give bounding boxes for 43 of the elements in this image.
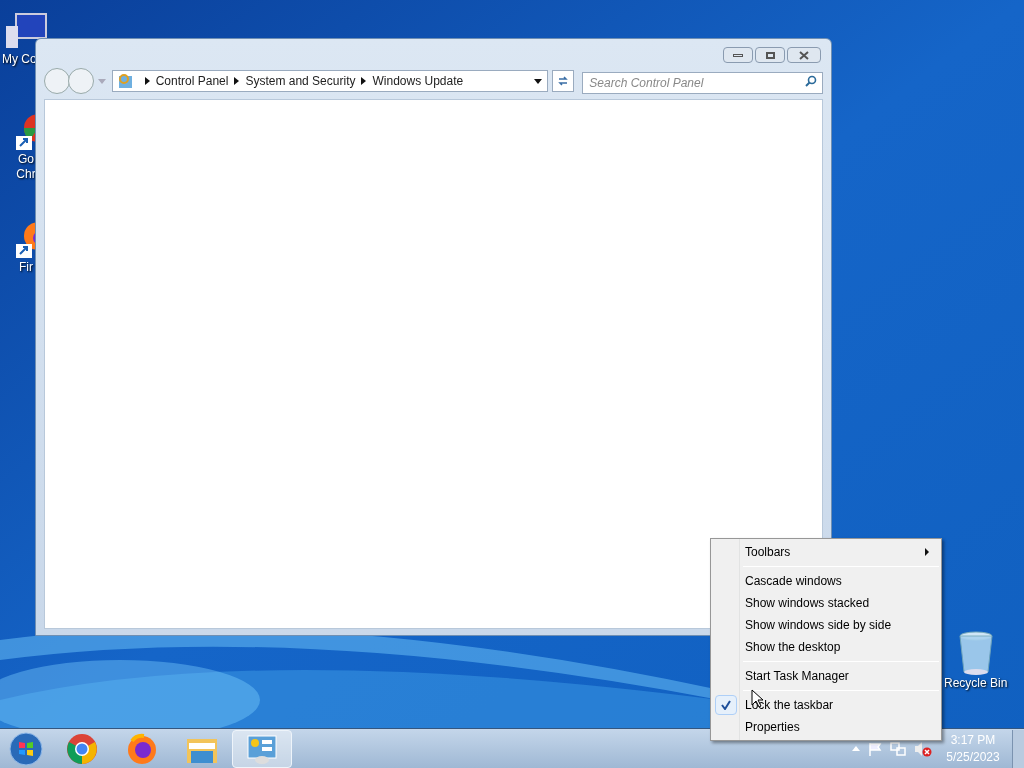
- menu-item[interactable]: Cascade windows: [713, 570, 939, 592]
- windows-logo-icon: [9, 731, 43, 766]
- search-icon: [805, 75, 817, 87]
- restore-button[interactable]: [755, 47, 785, 63]
- control-panel-icon: [245, 732, 279, 765]
- chevron-icon[interactable]: [361, 77, 367, 85]
- forward-button[interactable]: [67, 68, 94, 94]
- chevron-icon[interactable]: [144, 77, 150, 85]
- close-icon: [799, 50, 809, 60]
- show-desktop-button[interactable]: [1012, 729, 1024, 768]
- chrome-icon: [66, 732, 98, 765]
- dropdown-icon[interactable]: [534, 78, 543, 84]
- menu-item[interactable]: Properties: [713, 716, 939, 738]
- icon-label[interactable]: Go: [18, 152, 34, 167]
- dropdown-icon: [97, 78, 106, 84]
- search-field[interactable]: Search Control Panel: [582, 72, 823, 94]
- refresh-button[interactable]: [552, 70, 575, 92]
- menu-item[interactable]: Toolbars: [713, 541, 939, 563]
- control-panel-taskbar-button[interactable]: [232, 729, 292, 768]
- icon-label[interactable]: Chr: [16, 167, 36, 182]
- menu-item[interactable]: Show windows stacked: [713, 592, 939, 614]
- flag-icon[interactable]: [868, 741, 882, 756]
- back-button[interactable]: [44, 68, 70, 94]
- firefox-icon: [126, 732, 158, 765]
- icon-label[interactable]: Fir: [19, 260, 33, 275]
- chevron-icon[interactable]: [234, 77, 240, 85]
- breadcrumb-item[interactable]: Control Panel: [155, 72, 229, 90]
- breadcrumb-item[interactable]: System and Security: [245, 72, 356, 90]
- breadcrumb-item[interactable]: Windows Update: [372, 72, 464, 90]
- muted-speaker-icon[interactable]: [914, 740, 932, 757]
- close-button[interactable]: [787, 47, 821, 63]
- control-panel-icon: [116, 73, 135, 89]
- clock-time: 3:17 PM: [950, 731, 996, 749]
- clock-date: 5/25/2023: [946, 748, 1000, 766]
- icon-label[interactable]: Recycle Bin: [944, 676, 1008, 691]
- refresh-icon: [557, 75, 570, 87]
- network-icon[interactable]: [890, 741, 906, 756]
- address-bar[interactable]: Control Panel System and Security Windows Update: [111, 70, 549, 92]
- menu-item[interactable]: Start Task Manager: [713, 665, 939, 687]
- minimize-button[interactable]: [723, 47, 753, 63]
- menu-item[interactable]: Show windows side by side: [713, 614, 939, 636]
- menu-item[interactable]: Show the desktop: [713, 636, 939, 658]
- recycle-bin-icon: [957, 630, 994, 676]
